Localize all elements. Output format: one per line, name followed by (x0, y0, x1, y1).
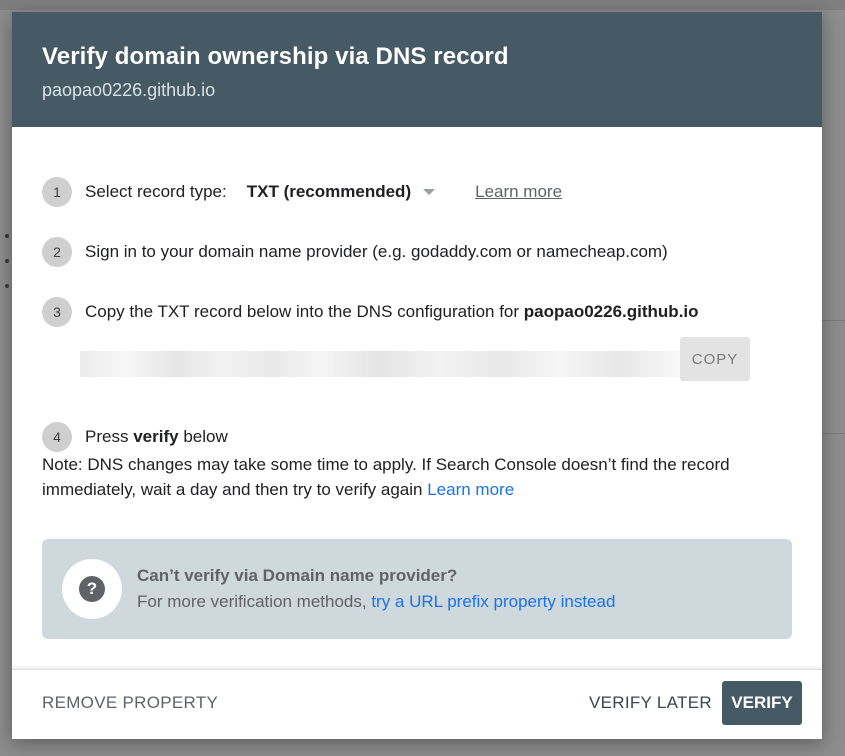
dialog-title: Verify domain ownership via DNS record (42, 43, 509, 70)
step-number: 4 (42, 422, 72, 452)
help-icon: ? (79, 576, 105, 602)
dialog-subtitle: paopao0226.github.io (42, 80, 216, 100)
txt-record-value[interactable] (80, 351, 680, 377)
learn-more-link[interactable]: Learn more (475, 182, 562, 202)
record-type-value: TXT (recommended) (246, 182, 412, 201)
step-number: 1 (42, 177, 72, 207)
step-label: Select record type: (85, 182, 227, 201)
step-label-bold: verify (133, 427, 179, 446)
record-type-select[interactable]: TXT (recommended) (246, 182, 436, 202)
step-4: 4 Press verify below (42, 422, 228, 452)
dns-note: Note: DNS changes may take some time to … (42, 452, 782, 502)
step-3: 3 Copy the TXT record below into the DNS… (42, 297, 699, 327)
remove-property-button[interactable]: REMOVE PROPERTY (42, 693, 218, 713)
background-divider (822, 433, 845, 434)
dialog-header: Verify domain ownership via DNS record p… (12, 12, 822, 127)
alternative-text: Can’t verify via Domain name provider? F… (137, 563, 615, 615)
copy-button[interactable]: COPY (680, 337, 750, 381)
help-icon-container: ? (62, 559, 122, 619)
note-text: Note: DNS changes may take some time to … (42, 455, 730, 499)
url-prefix-link[interactable]: try a URL prefix property instead (371, 592, 615, 611)
note-learn-more-link[interactable]: Learn more (427, 480, 514, 499)
background-bullet (5, 284, 9, 288)
background-top-bar (0, 0, 845, 10)
chevron-down-icon (423, 189, 436, 195)
background-divider (822, 320, 845, 321)
step-label: Sign in to your domain name provider (e.… (85, 242, 668, 261)
alternative-title: Can’t verify via Domain name provider? (137, 566, 458, 585)
dialog-footer: REMOVE PROPERTY VERIFY LATER VERIFY (12, 669, 822, 739)
background-bullet (5, 259, 9, 263)
txt-record-row: COPY (80, 337, 750, 381)
step-domain: paopao0226.github.io (523, 302, 699, 321)
step-label: Copy the TXT record below into the DNS c… (85, 302, 520, 321)
alternative-method-box: ? Can’t verify via Domain name provider?… (42, 539, 792, 639)
step-label-suffix: below (183, 427, 228, 446)
step-number: 3 (42, 297, 72, 327)
background-bullet (5, 234, 9, 238)
step-number: 2 (42, 237, 72, 267)
verify-dns-dialog: Verify domain ownership via DNS record p… (12, 12, 822, 739)
verify-later-button[interactable]: VERIFY LATER (589, 693, 712, 713)
step-1: 1 Select record type: TXT (recommended) … (42, 177, 562, 207)
verify-button[interactable]: VERIFY (722, 681, 802, 725)
step-2: 2 Sign in to your domain name provider (… (42, 237, 668, 267)
alternative-description: For more verification methods, (137, 592, 367, 611)
step-label-prefix: Press (85, 427, 129, 446)
